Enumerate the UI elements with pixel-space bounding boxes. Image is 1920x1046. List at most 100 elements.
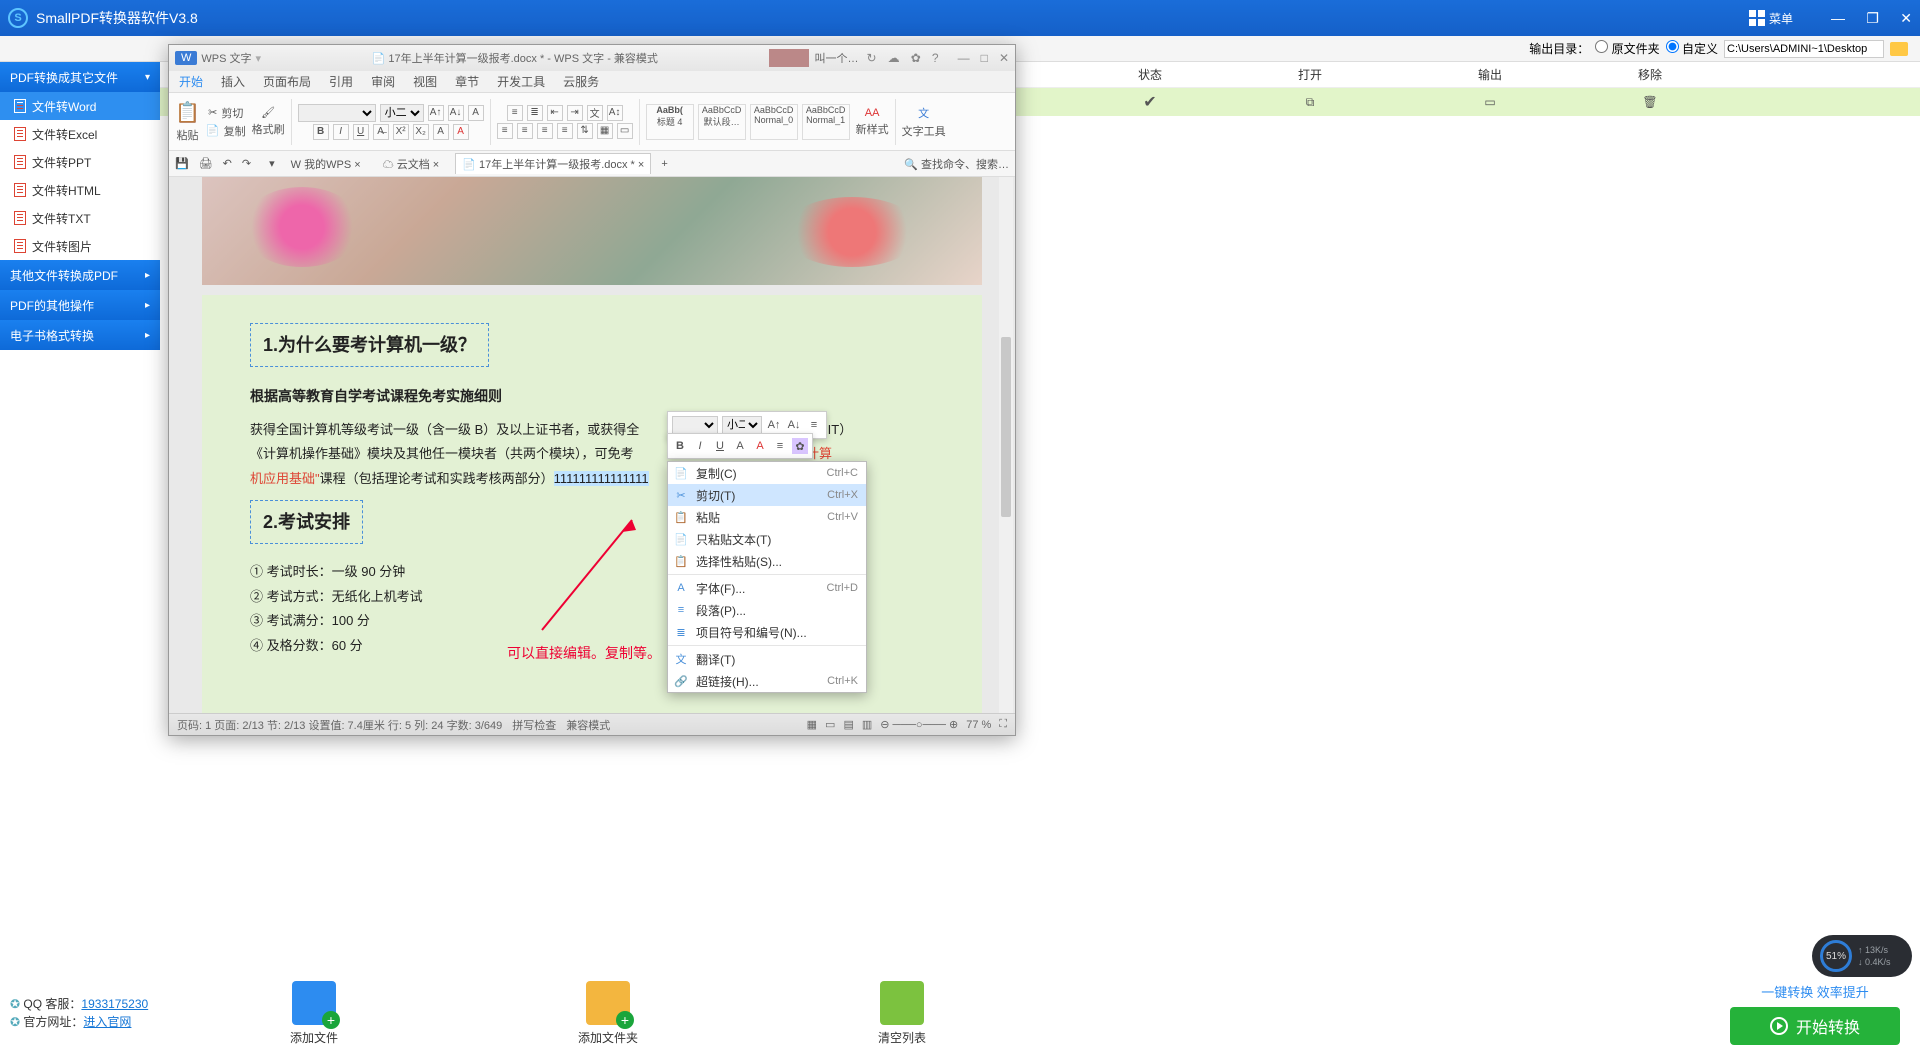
new-style[interactable]: AA新样式 [856,107,889,137]
wps-close-button[interactable]: ✕ [999,51,1009,65]
close-button[interactable]: ✕ [1900,10,1912,26]
folder-icon[interactable] [1890,42,1908,56]
font-size-select[interactable]: 小二 [380,104,424,122]
border-icon[interactable]: ▭ [617,123,633,139]
superscript-icon[interactable]: X² [393,124,409,140]
mini-bold-icon[interactable]: B [672,438,688,454]
sidebar-item-word[interactable]: 文件转Word [0,92,160,120]
scrollbar[interactable] [999,177,1013,713]
text-tool[interactable]: 文文字工具 [902,105,946,139]
sidebar-item-image[interactable]: 文件转图片 [0,232,160,260]
menu-view[interactable]: 视图 [413,73,437,90]
sidebar-item-ppt[interactable]: 文件转PPT [0,148,160,176]
minimize-button[interactable]: — [1831,10,1845,26]
view-web-icon[interactable]: ▤ [843,718,853,731]
wps-settings-icon[interactable]: ✿ [911,51,921,65]
align-right-icon[interactable]: ≡ [537,123,553,139]
category-ebook[interactable]: 电子书格式转换▸ [0,320,160,350]
mini-font-size[interactable]: 小二 [722,416,762,434]
align-center-icon[interactable]: ≡ [517,123,533,139]
mini-font-color-icon[interactable]: A [752,438,768,454]
qat-redo-icon[interactable]: ↷ [242,157,251,170]
view-print-icon[interactable]: ▦ [807,718,817,731]
style-normal1[interactable]: AaBbCcDNormal_1 [802,104,850,140]
sort-icon[interactable]: A↕ [607,105,623,121]
menu-references[interactable]: 引用 [329,73,353,90]
ctx-copy[interactable]: 📄复制(C)Ctrl+C [668,462,866,484]
sidebar-item-txt[interactable]: 文件转TXT [0,204,160,232]
selected-text[interactable]: 111111111111111 [554,471,649,486]
sidebar-item-excel[interactable]: 文件转Excel [0,120,160,148]
wps-cloud-icon[interactable]: ☁ [888,51,900,65]
grow-font-icon[interactable]: A↑ [428,105,444,121]
menu-home[interactable]: 开始 [179,73,203,90]
mini-list-icon[interactable]: ≡ [806,417,822,433]
mini-font[interactable] [672,416,718,434]
remove-icon[interactable]: 🗑 [1570,95,1730,109]
qat-print-icon[interactable]: 🖨 [199,157,213,170]
style-heading4[interactable]: AaBb(标题 4 [646,104,694,140]
strike-icon[interactable]: A̶ [373,124,389,140]
ctx-hyperlink[interactable]: 🔗超链接(H)...Ctrl+K [668,670,866,692]
category-other-to-pdf[interactable]: 其他文件转换成PDF▸ [0,260,160,290]
ctx-bullets[interactable]: ≣项目符号和编号(N)... [668,621,866,643]
sidebar-item-html[interactable]: 文件转HTML [0,176,160,204]
text-dir-icon[interactable]: 文 [587,105,603,121]
qat-undo-icon[interactable]: ↶ [223,157,232,170]
mini-align-icon[interactable]: ≡ [772,438,788,454]
output-path-input[interactable] [1724,40,1884,58]
zoom-level[interactable]: 77 % [966,719,991,731]
maximize-button[interactable]: ❐ [1866,10,1879,26]
mini-shrink-font-icon[interactable]: A↓ [786,417,802,433]
style-default[interactable]: AaBbCcD默认段… [698,104,746,140]
menu-layout[interactable]: 页面布局 [263,73,311,90]
wps-sync-icon[interactable]: ↻ [867,51,877,65]
mini-grow-font-icon[interactable]: A↑ [766,417,782,433]
mini-underline-icon[interactable]: U [712,438,728,454]
document-area[interactable]: 1.为什么要考计算机一级？ 根据高等教育自学考试课程免考实施细则 获得全国计算机… [169,177,1015,713]
mini-highlight-icon[interactable]: A [732,438,748,454]
menu-insert[interactable]: 插入 [221,73,245,90]
add-folder-button[interactable]: +添加文件夹 [578,981,638,1046]
wps-help-icon[interactable]: ? [932,51,939,65]
paste-group[interactable]: 📋粘贴 [175,100,200,143]
tab-cloud[interactable]: ☁ 云文档 × [377,154,446,174]
category-pdf-to-other[interactable]: PDF转换成其它文件▾ [0,62,160,92]
ctx-cut[interactable]: ✂剪切(T)Ctrl+X [668,484,866,506]
bold-icon[interactable]: B [313,124,329,140]
cut-icon[interactable]: ✂ [208,106,217,119]
menu-button[interactable]: 菜单 [1749,10,1793,27]
tab-add-icon[interactable]: + [661,158,667,170]
mini-italic-icon[interactable]: I [692,438,708,454]
font-color-icon[interactable]: A [453,124,469,140]
ctx-paste[interactable]: 📋粘贴Ctrl+V [668,506,866,528]
status-spell[interactable]: 拼写检查 [512,717,556,733]
start-convert-button[interactable]: 开始转换 [1730,1007,1900,1045]
clear-format-icon[interactable]: A [468,105,484,121]
radio-custom[interactable]: 自定义 [1666,40,1718,57]
fullscreen-icon[interactable]: ⛶ [999,718,1007,731]
align-justify-icon[interactable]: ≡ [557,123,573,139]
ctx-paste-text[interactable]: 📄只粘贴文本(T) [668,528,866,550]
scrollbar-thumb[interactable] [1001,337,1011,517]
radio-source[interactable]: 原文件夹 [1595,40,1659,57]
font-select[interactable] [298,104,376,122]
site-link[interactable]: 进入官网 [83,1015,131,1029]
view-read-icon[interactable]: ▭ [825,718,835,731]
output-icon[interactable]: ▭ [1410,95,1570,109]
speed-widget[interactable]: 51% ↑ 13K/s↓ 0.4K/s [1812,935,1912,977]
copy-icon[interactable]: 📄 [206,124,220,137]
ctx-paragraph[interactable]: ≡段落(P)... [668,599,866,621]
format-painter[interactable]: 🖌格式刷 [252,106,285,137]
shrink-font-icon[interactable]: A↓ [448,105,464,121]
mini-style-icon[interactable]: ✿ [792,438,808,454]
menu-review[interactable]: 审阅 [371,73,395,90]
shading-icon[interactable]: ▦ [597,123,613,139]
tab-document[interactable]: 📄 17年上半年计算一级报考.docx * × [455,153,651,174]
view-outline-icon[interactable]: ▥ [862,718,872,731]
search-placeholder[interactable]: 查找命令、搜索… [921,159,1009,171]
style-normal0[interactable]: AaBbCcDNormal_0 [750,104,798,140]
align-left-icon[interactable]: ≡ [497,123,513,139]
wps-minimize-button[interactable]: — [958,51,970,65]
tab-mywps[interactable]: W 我的WPS × [285,154,367,174]
